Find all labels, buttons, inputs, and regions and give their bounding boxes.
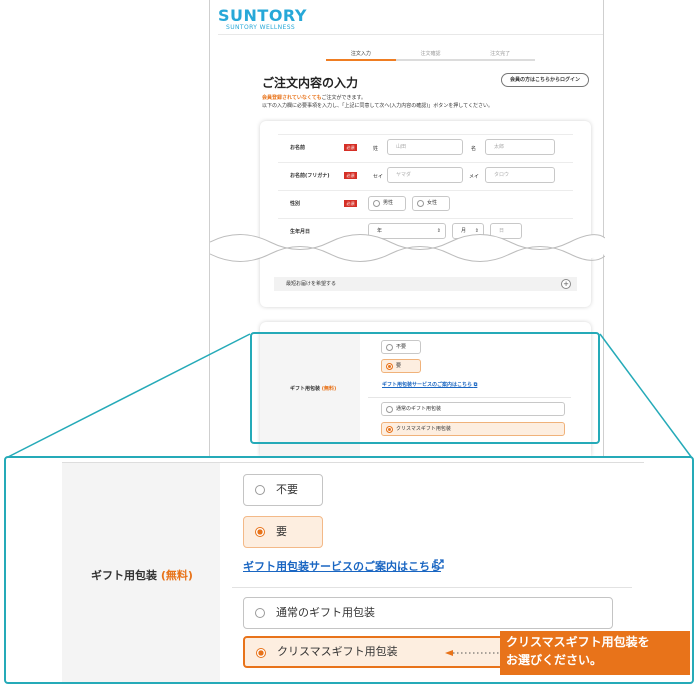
required-badge: 必須 [344, 200, 357, 207]
radio-unchecked-icon [255, 485, 265, 495]
progress-steps: 注文入力 注文確認 注文完了 [326, 48, 536, 61]
callout-line-1: クリスマスギフト用包装を [506, 635, 650, 649]
zoom-gift-free-text: (無料) [160, 569, 193, 582]
highlight-frame [250, 332, 600, 444]
expand-plus-icon[interactable]: + [561, 279, 571, 289]
zoom-top-border [62, 462, 644, 463]
customer-form-card: お名前 必須 姓 山田 名 太郎 お名前(フリガナ) 必須 セイ ヤマダ メイ … [260, 121, 591, 307]
fastest-delivery-label: 最短お届けを希望する [286, 281, 337, 287]
first-name-input[interactable]: 太郎 [485, 139, 555, 155]
required-badge: 必須 [344, 144, 357, 151]
external-link-icon[interactable] [434, 559, 444, 569]
zoom-gift-yes-label: 要 [276, 525, 287, 538]
zoom-gift-service-link[interactable]: ギフト用包装サービスのご案内はこちら [243, 558, 441, 574]
first-name-kana-input[interactable]: タロウ [485, 167, 555, 183]
zoom-gift-label-text: ギフト用包装 [91, 569, 157, 582]
zoom-wrap-christmas-label: クリスマスギフト用包装 [277, 645, 398, 658]
radio-checked-icon [256, 648, 266, 658]
required-badge: 必須 [344, 172, 357, 179]
gender-male-radio[interactable]: 男性 [368, 196, 406, 211]
guest-note-highlight: 会員登録されていなくても [262, 95, 322, 101]
row-name: お名前 必須 姓 山田 名 太郎 [278, 134, 573, 162]
last-name-input[interactable]: 山田 [387, 139, 463, 155]
row-kana: お名前(フリガナ) 必須 セイ ヤマダ メイ タロウ [278, 162, 573, 190]
gender-female-radio[interactable]: 女性 [412, 196, 450, 211]
step-order-complete: 注文完了 [465, 48, 536, 61]
wave-cut-decoration [210, 234, 605, 262]
instructions-note: 以下の入力欄に必要事項を入力し、「上記に同意して次へ(入力内容の確認)」ボタンを… [262, 103, 493, 109]
zoom-gift-yes-radio[interactable]: 要 [243, 516, 323, 548]
screenshot-stage: SUNTORY SUNTORY WELLNESS 注文入力 注文確認 注文完了 … [0, 0, 698, 686]
instruction-callout: クリスマスギフト用包装を お選びください。 [500, 631, 690, 675]
guest-note-rest: ご注文ができます。 [321, 95, 366, 101]
zoom-gift-no-radio[interactable]: 不要 [243, 474, 323, 506]
mei-kana-label: メイ [469, 174, 480, 180]
kana-label: お名前(フリガナ) [290, 173, 330, 179]
step-order-input: 注文入力 [326, 48, 396, 61]
zoom-gift-label: ギフト用包装 (無料) [91, 567, 193, 583]
fastest-delivery-row[interactable]: 最短お届けを希望する + [274, 277, 577, 291]
radio-unchecked-icon [255, 608, 265, 618]
page-title: ご注文内容の入力 [262, 76, 359, 90]
member-login-button[interactable]: 会員の方はこちらからログイン [501, 73, 589, 87]
radio-checked-icon [255, 527, 265, 537]
gender-label: 性別 [290, 201, 301, 207]
callout-line-2: お選びください。 [506, 653, 603, 667]
suntory-logo[interactable]: SUNTORY [218, 6, 307, 25]
zoom-wrap-normal-radio[interactable]: 通常のギフト用包装 [243, 597, 613, 629]
zoom-wrap-normal-label: 通常のギフト用包装 [276, 606, 375, 619]
zoom-gift-divider [232, 587, 632, 588]
zoom-gift-no-label: 不要 [276, 483, 298, 496]
suntory-wellness-text: SUNTORY WELLNESS [226, 24, 296, 31]
sei-label: 姓 [373, 146, 379, 152]
step-order-confirm: 注文確認 [395, 48, 466, 61]
guest-order-note: 会員登録されていなくてもご注文ができます。 [262, 94, 366, 101]
header-divider [218, 34, 603, 35]
name-label: お名前 [290, 145, 306, 151]
mei-label: 名 [471, 146, 477, 152]
row-gender: 性別 必須 男性 女性 [278, 190, 573, 218]
last-name-kana-input[interactable]: ヤマダ [387, 167, 463, 183]
sei-kana-label: セイ [373, 174, 384, 180]
